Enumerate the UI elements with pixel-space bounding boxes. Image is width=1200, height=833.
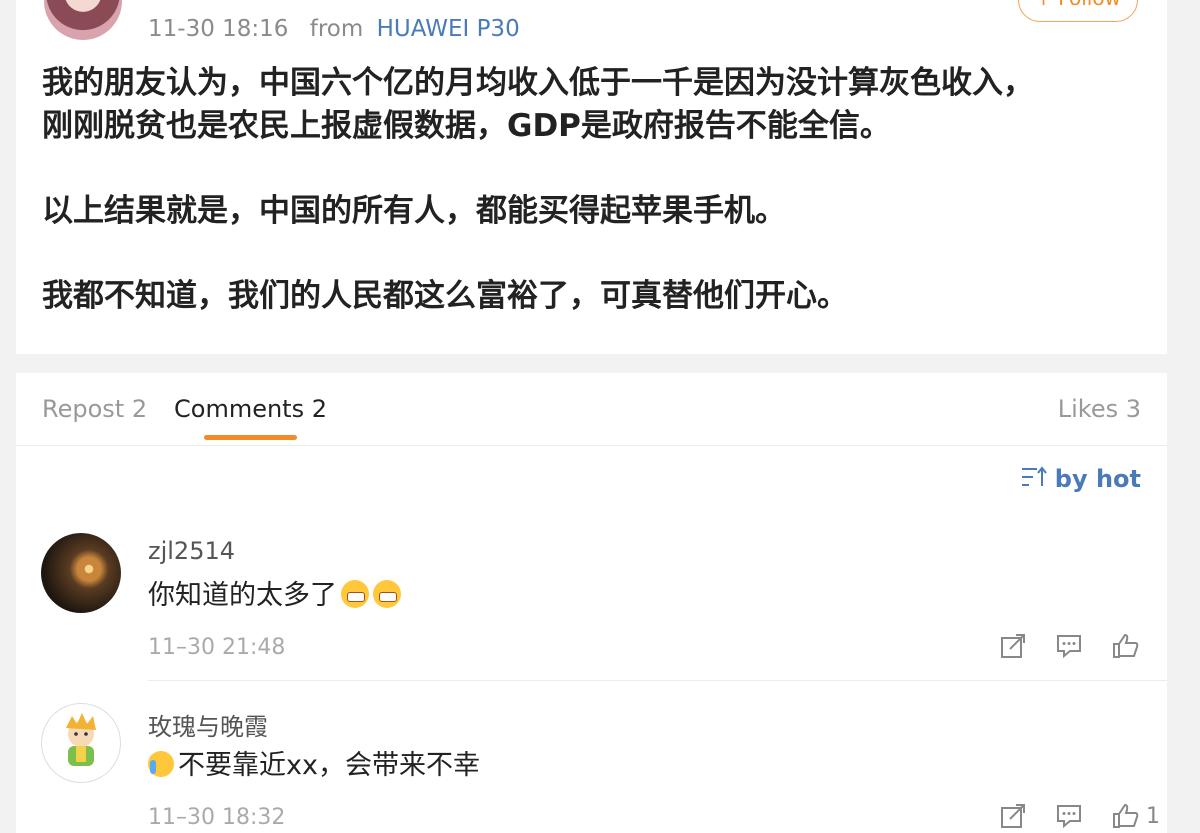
comment-time: 11–30 21:48 (148, 635, 286, 660)
commenter-name[interactable]: zjl2514 (148, 537, 235, 565)
share-button[interactable] (1000, 633, 1026, 659)
post-time: 11-30 18:16 (148, 16, 289, 42)
like-count: 1 (1146, 803, 1160, 829)
share-button[interactable] (1000, 803, 1026, 829)
post-paragraph: 我的朋友认为，中国六个亿的月均收入低于一千是因为没计算灰色收入， (42, 65, 1034, 101)
comment-time: 11–30 18:32 (148, 805, 286, 830)
thumbs-up-icon (1113, 633, 1139, 658)
post-device[interactable]: HUAWEI P30 (377, 16, 520, 42)
crying-emoji-icon (148, 751, 174, 777)
comment-actions (1000, 633, 1146, 659)
comment-text: 你知道的太多了 (148, 573, 401, 612)
post-paragraph: 刚刚脱贫也是农民上报虚假数据，GDP是政府报告不能全信。 (42, 108, 891, 144)
post-author-avatar[interactable] (44, 0, 122, 40)
sort-by-hot-button[interactable]: by hot (1021, 465, 1141, 494)
post-paragraph: 我都不知道，我们的人民都这么富裕了，可真替他们开心。 (42, 278, 848, 314)
follow-button[interactable]: + Follow (1018, 0, 1138, 22)
thumbs-up-icon (1113, 803, 1139, 828)
comment-text: 不要靠近xx，会带来不幸 (148, 743, 480, 782)
post-meta: 11-30 18:16 from HUAWEI P30 (148, 16, 520, 42)
comment-text-content: 你知道的太多了 (148, 580, 337, 611)
active-tab-indicator (204, 435, 297, 440)
post-body: 我的朋友认为，中国六个亿的月均收入低于一千是因为没计算灰色收入， 刚刚脱贫也是农… (42, 62, 1142, 318)
comments-card: Repost 2 Comments 2 Likes 3 by hot zjl25… (16, 373, 1167, 833)
post-from-label: from (309, 16, 364, 42)
cartoon-avatar-icon (66, 713, 96, 766)
commenter-name[interactable]: 玫瑰与晚霞 (148, 707, 268, 742)
tab-comments[interactable]: Comments 2 (174, 395, 327, 423)
comment-icon (1057, 805, 1081, 829)
reply-button[interactable] (1056, 633, 1082, 659)
grin-emoji-icon (373, 580, 401, 608)
sort-label: by hot (1054, 465, 1141, 493)
comment-icon (1057, 635, 1081, 659)
comment-actions: 1 (1000, 803, 1160, 829)
sort-icon (1021, 466, 1047, 494)
commenter-avatar[interactable] (41, 533, 121, 613)
share-icon (1001, 804, 1025, 828)
grin-emoji-icon (341, 580, 369, 608)
comment-divider (148, 680, 1167, 681)
tab-likes[interactable]: Likes 3 (1058, 395, 1141, 423)
post-paragraph: 以上结果就是，中国的所有人，都能买得起苹果手机。 (42, 193, 786, 229)
tab-repost[interactable]: Repost 2 (42, 395, 147, 423)
tab-bar: Repost 2 Comments 2 Likes 3 (16, 373, 1167, 446)
reply-button[interactable] (1056, 803, 1082, 829)
like-button[interactable] (1112, 633, 1146, 659)
like-button[interactable]: 1 (1112, 803, 1160, 829)
commenter-avatar[interactable] (41, 703, 121, 783)
comment-text-content: 不要靠近xx，会带来不幸 (178, 750, 480, 781)
share-icon (1001, 634, 1025, 658)
post-card: 11-30 18:16 from HUAWEI P30 + Follow 我的朋… (16, 0, 1167, 354)
